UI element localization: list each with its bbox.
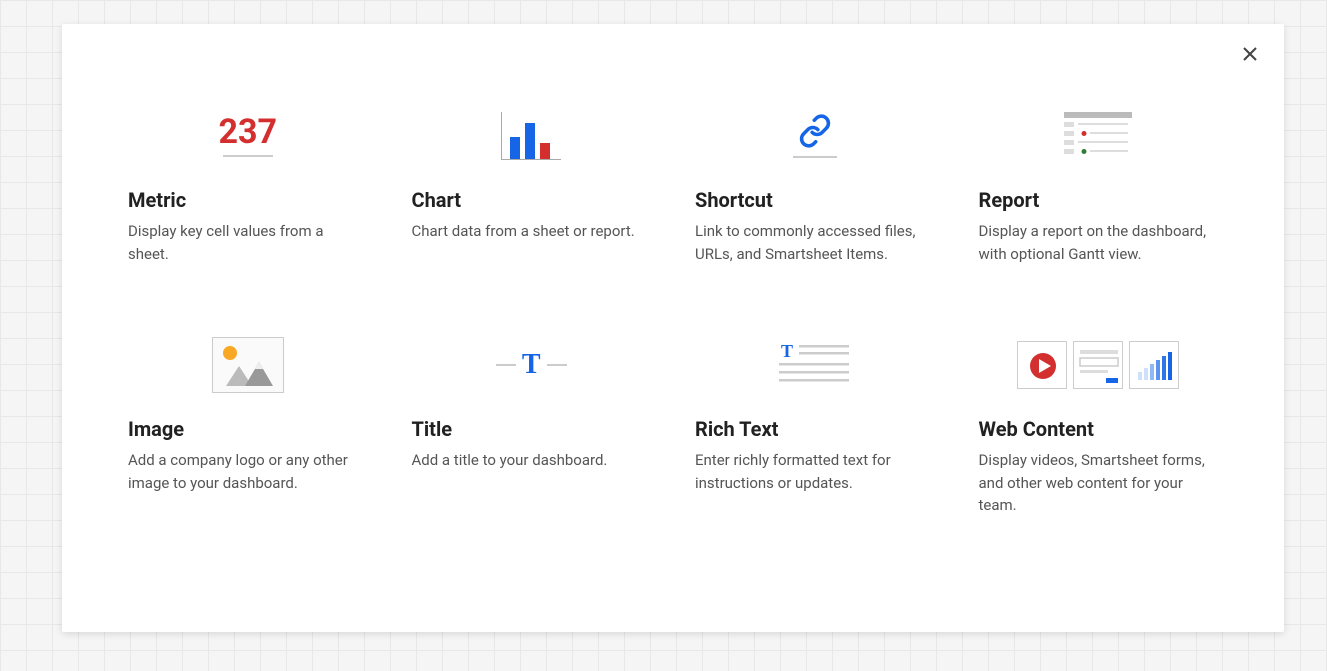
widget-description: Add a title to your dashboard.: [412, 449, 652, 472]
webcontent-icon: [979, 325, 1219, 405]
image-icon: [128, 325, 368, 405]
text-lines-icon: T: [779, 343, 851, 387]
widget-title: Chart: [412, 188, 652, 212]
widget-description: Display key cell values from a sheet.: [128, 220, 368, 265]
metric-icon: 237: [128, 96, 368, 176]
form-thumb-icon: [1073, 341, 1123, 389]
widget-card-metric[interactable]: 237 Metric Display key cell values from …: [122, 96, 374, 265]
link-icon: [798, 114, 832, 148]
close-icon: [1242, 46, 1258, 62]
widget-card-report[interactable]: Report Display a report on the dashboard…: [973, 96, 1225, 265]
video-thumb-icon: [1017, 341, 1067, 389]
widget-description: Chart data from a sheet or report.: [412, 220, 652, 243]
widget-description: Enter richly formatted text for instruct…: [695, 449, 935, 494]
widget-title: Title: [412, 417, 652, 441]
widget-title: Rich Text: [695, 417, 935, 441]
widget-description: Link to commonly accessed files, URLs, a…: [695, 220, 935, 265]
widget-picker-modal: 237 Metric Display key cell values from …: [62, 24, 1284, 632]
shortcut-icon: [695, 96, 935, 176]
widget-description: Display videos, Smartsheet forms, and ot…: [979, 449, 1219, 517]
widget-card-image[interactable]: Image Add a company logo or any other im…: [122, 325, 374, 517]
close-button[interactable]: [1238, 42, 1262, 66]
widget-title: Report: [979, 188, 1219, 212]
table-icon: [1064, 112, 1132, 160]
widget-card-shortcut[interactable]: Shortcut Link to commonly accessed files…: [689, 96, 941, 265]
widget-card-chart[interactable]: Chart Chart data from a sheet or report.: [406, 96, 658, 265]
widget-title: Web Content: [979, 417, 1219, 441]
widget-card-webcontent[interactable]: Web Content Display videos, Smartsheet f…: [973, 325, 1225, 517]
chart-thumb-icon: [1129, 341, 1179, 389]
widget-card-richtext[interactable]: T Rich Text Enter richly formatted text …: [689, 325, 941, 517]
widget-card-title[interactable]: T Title Add a title to your dashboard.: [406, 325, 658, 517]
chart-icon: [412, 96, 652, 176]
richtext-icon: T: [695, 325, 935, 405]
widget-grid: 237 Metric Display key cell values from …: [62, 24, 1284, 557]
widget-title: Image: [128, 417, 368, 441]
report-icon: [979, 96, 1219, 176]
widget-title: Metric: [128, 188, 368, 212]
metric-sample-number: 237: [218, 115, 277, 149]
widget-description: Display a report on the dashboard, with …: [979, 220, 1219, 265]
widget-title: Shortcut: [695, 188, 935, 212]
title-icon: T: [412, 325, 652, 405]
svg-text:T: T: [781, 343, 793, 361]
widget-description: Add a company logo or any other image to…: [128, 449, 368, 494]
